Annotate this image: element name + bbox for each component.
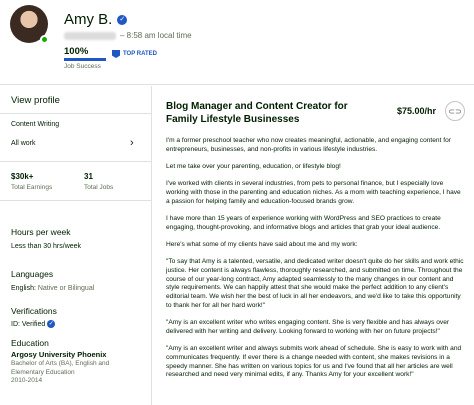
job-success-value: 100% [64,46,89,57]
total-jobs-value: 31 [84,172,93,181]
online-status-icon [40,35,49,44]
category-all-work[interactable]: All work [11,140,36,147]
hourly-rate: $75.00/hr [397,106,437,116]
name-row: Amy B. ✓ [64,11,128,28]
sidebar-divider [0,113,151,114]
top-rated-badge: TOP RATED [112,50,157,58]
profile-main: Blog Manager and Content Creator for Fam… [153,86,474,405]
description-paragraph: I have more than 15 years of experience … [166,215,441,231]
language-row: English: Native or Bilingual [11,284,94,293]
category-content-writing[interactable]: Content Writing [11,121,59,128]
language-name: English: [11,285,36,292]
job-success-bar [64,58,106,61]
verified-check-icon: ✓ [47,320,56,329]
profile-description: I'm a former preschool teacher who now c… [166,137,466,389]
education-years: 2010-2014 [11,377,43,384]
view-profile-heading: View profile [11,95,60,106]
profile-header: Amy B. ✓ – 8:58 am local time 100% Job S… [0,0,474,85]
job-success-label: Job Success [64,63,101,70]
education-degree: Bachelor of Arts (BA), English and Eleme… [11,360,110,376]
sidebar-divider [0,161,151,162]
total-earnings-value: $30k+ [11,172,34,181]
description-paragraph: "To say that Amy is a talented, versatil… [166,258,464,309]
education-heading: Education [11,338,49,348]
description-paragraph: "Amy is an excellent writer and always s… [166,345,462,379]
hours-heading: Hours per week [11,227,71,237]
freelancer-name: Amy B. [64,11,113,28]
location-redacted [64,31,116,40]
verified-check-icon: ✓ [117,14,128,25]
education-details: Bachelor of Arts (BA), English and Eleme… [11,360,131,386]
top-rated-label: TOP RATED [123,51,158,57]
description-paragraph: I'm a former preschool teacher who now c… [166,137,451,153]
total-earnings-label: Total Earnings [11,184,53,191]
job-success-block: 100% Job Success [64,46,106,70]
language-level: Native or Bilingual [37,285,95,292]
top-rated-icon [112,50,120,58]
profile-title: Blog Manager and Content Creator for Fam… [166,101,348,125]
description-paragraph: "Amy is an excellent writer who writes e… [166,319,450,335]
location-row: – 8:58 am local time [64,31,192,40]
sidebar-divider [0,200,151,201]
link-icon: ⊂⊃ [448,106,462,116]
languages-heading: Languages [11,269,54,279]
local-time: – 8:58 am local time [120,31,192,40]
verification-text: ID: Verified [11,321,46,328]
description-paragraph: Here's what some of my clients have said… [166,241,358,248]
share-button[interactable]: ⊂⊃ [445,101,465,121]
chevron-right-icon[interactable]: › [130,137,134,149]
education-school: Argosy University Phoenix [11,350,107,359]
profile-sidebar: View profile Content Writing All work › … [0,86,152,405]
total-jobs-label: Total Jobs [84,184,114,191]
hours-value: Less than 30 hrs/week [11,243,82,250]
verification-row: ID: Verified ✓ [11,320,56,329]
verifications-heading: Verifications [11,306,57,316]
description-paragraph: Let me take over your parenting, educati… [166,163,341,170]
description-paragraph: I've worked with clients in several indu… [166,180,461,205]
